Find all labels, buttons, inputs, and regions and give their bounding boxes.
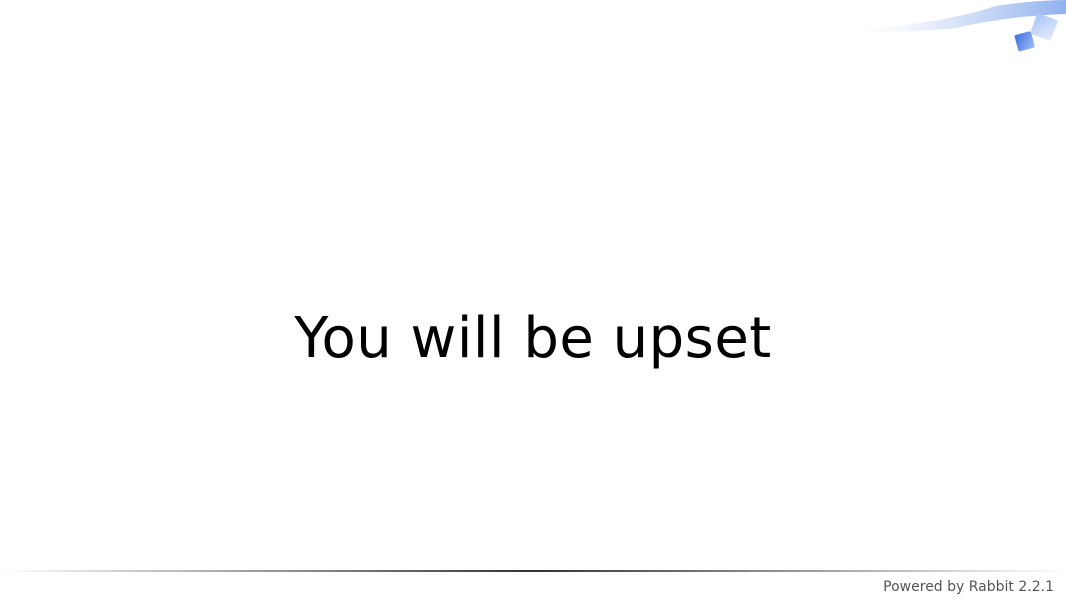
slide-title: You will be upset (294, 306, 772, 371)
corner-swoosh-icon (836, 0, 1066, 52)
powered-by-label: Powered by Rabbit 2.2.1 (883, 579, 1054, 595)
footer-divider (0, 570, 1066, 572)
slide: You will be upset Powered by Rabbit 2.2.… (0, 0, 1066, 600)
